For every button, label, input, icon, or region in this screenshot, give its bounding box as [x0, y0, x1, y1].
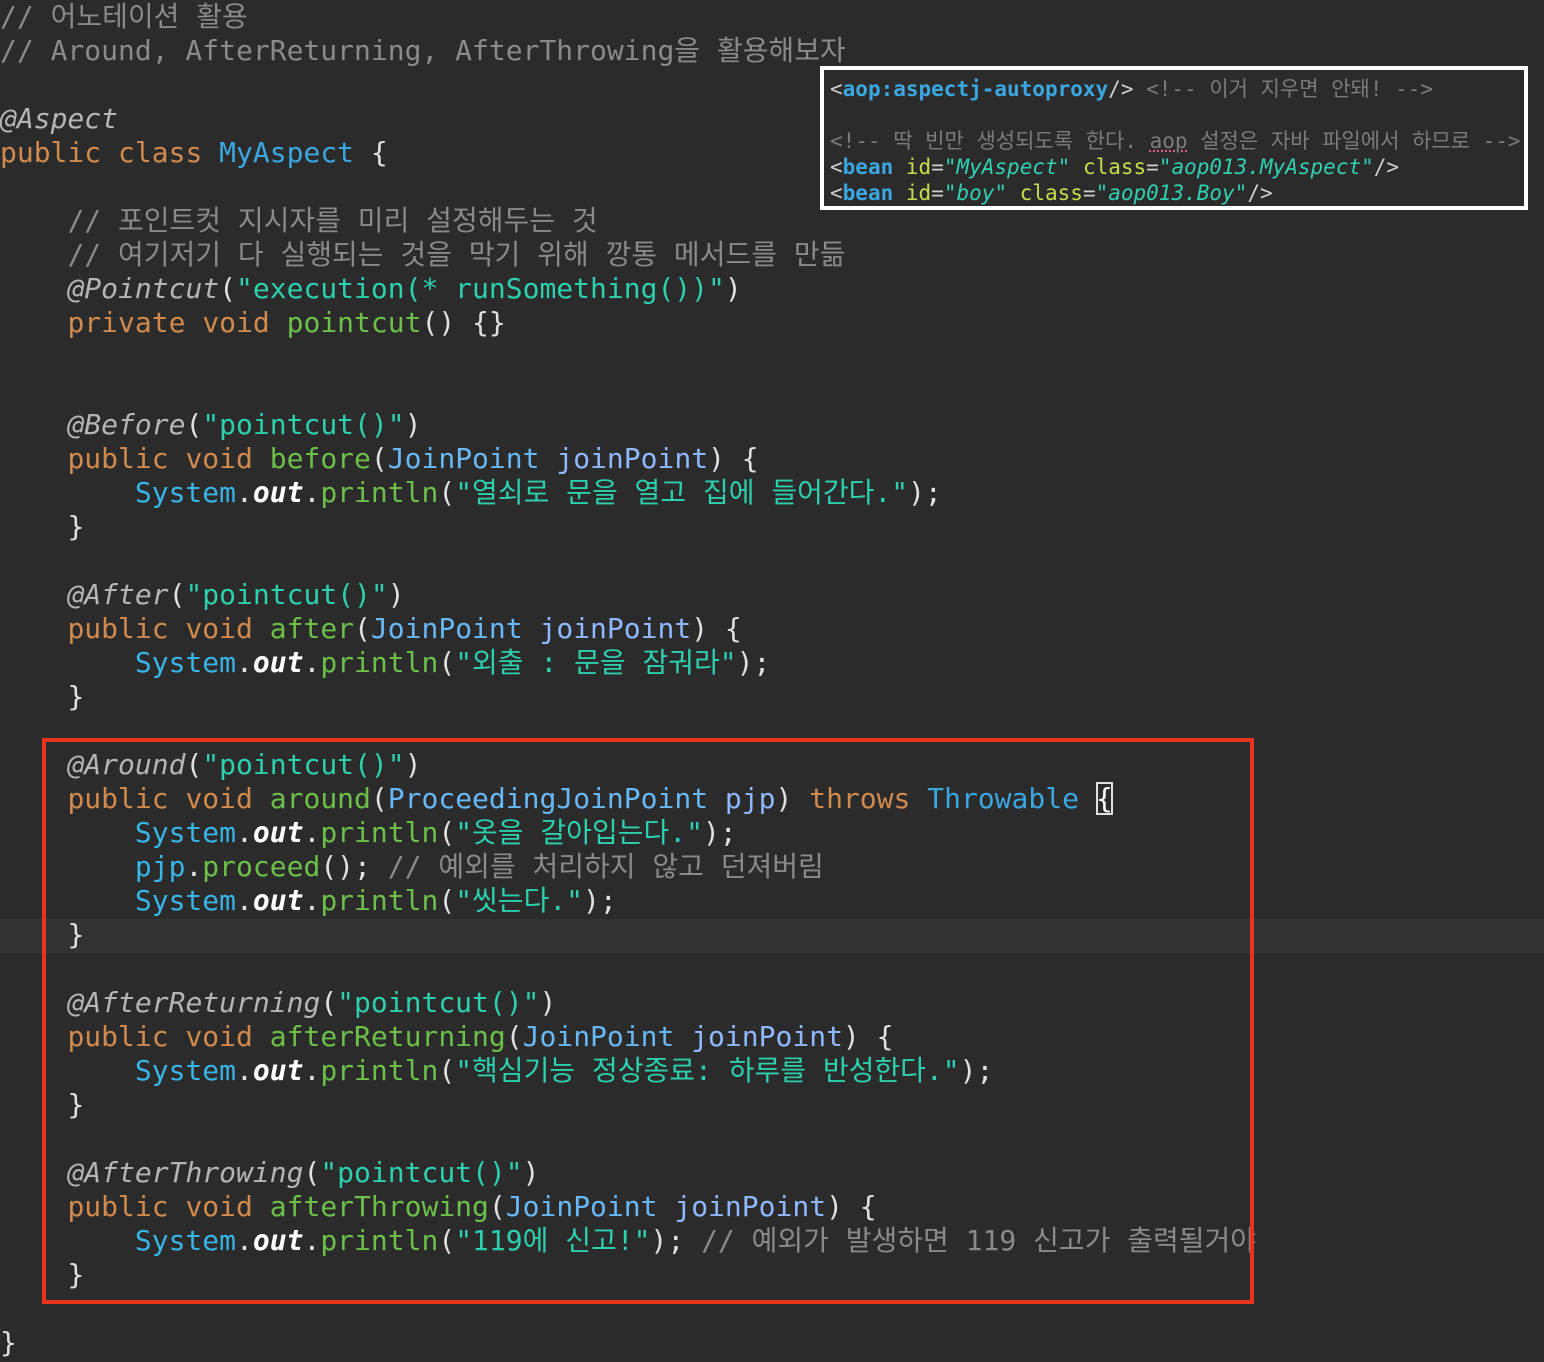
code-line: // 여기저기 다 실행되는 것을 막기 위해 깡통 메서드를 만듦 — [0, 238, 845, 272]
xml-attr: class — [1082, 155, 1147, 179]
code-line: } — [0, 680, 84, 714]
code-line: @Before("pointcut()") — [67, 408, 422, 441]
keyword: public — [67, 612, 169, 645]
code-line: System.out.println("열쇠로 문을 열고 집에 들어간다.")… — [134, 476, 942, 509]
keyword: public — [0, 136, 102, 169]
xml-tag: bean — [842, 155, 894, 179]
type-name: JoinPoint — [387, 442, 540, 475]
method-call: println — [320, 646, 439, 679]
parameter: joinPoint — [556, 442, 709, 475]
code-line: } — [0, 1326, 17, 1360]
field-ref: out — [252, 476, 304, 509]
brace: } — [67, 510, 85, 543]
annotation: @After — [67, 578, 169, 611]
keyword: public — [67, 442, 169, 475]
type-name: JoinPoint — [370, 612, 523, 645]
annotation: @Aspect — [0, 102, 119, 135]
keyword: private — [67, 306, 186, 339]
spellcheck-word: aop — [1149, 129, 1188, 153]
keyword: void — [185, 612, 253, 645]
code-line: } — [0, 510, 84, 544]
string-literal: "외출 : 문을 잠궈라" — [455, 646, 737, 679]
method-call: println — [320, 476, 439, 509]
comment: // 포인트컷 지시자를 미리 설정해두는 것 — [67, 204, 598, 237]
string-literal: "열쇠로 문을 열고 집에 들어간다." — [455, 476, 909, 509]
comment: // 여기저기 다 실행되는 것을 막기 위해 깡통 메서드를 만듦 — [67, 238, 846, 271]
keyword: void — [185, 442, 253, 475]
code-line: // Around, AfterReturning, AfterThrowing… — [0, 34, 846, 68]
xml-config-inset: <aop:aspectj-autoproxy/> <!-- 이거 지우면 안돼!… — [820, 66, 1528, 210]
method-name: before — [269, 442, 371, 475]
xml-value: "boy" — [943, 181, 1008, 205]
xml-tag: aop:aspectj-autoproxy — [842, 77, 1109, 101]
xml-attr: id — [905, 155, 932, 179]
comment: // 어노테이션 활용 — [0, 0, 248, 33]
method-name: pointcut — [286, 306, 422, 339]
xml-tag: bean — [842, 181, 894, 205]
xml-comment: <!-- 이거 지우면 안돼! --> — [1146, 77, 1434, 101]
method-name: after — [269, 612, 355, 645]
punctuation: () {} — [421, 306, 506, 339]
code-line: public void after(JoinPoint joinPoint) { — [67, 612, 742, 645]
xml-comment: 설정은 자바 파일에서 하므로 --> — [1187, 129, 1521, 153]
brace: } — [0, 1326, 17, 1359]
xml-line: <!-- 딱 빈만 생성되도록 한다. aop 설정은 자바 파일에서 하므로 … — [830, 128, 1521, 154]
code-line: System.out.println("외출 : 문을 잠궈라"); — [134, 646, 771, 679]
class-ref: System — [134, 476, 237, 509]
class-ref: System — [134, 646, 237, 679]
code-line: // 포인트컷 지시자를 미리 설정해두는 것 — [0, 204, 598, 238]
highlight-box — [42, 738, 1254, 1304]
annotation: @Pointcut — [67, 272, 220, 305]
brace: { — [354, 136, 388, 169]
xml-line: <bean id="boy" class="aop013.Boy"/> — [830, 181, 1273, 205]
annotation: @Before — [67, 408, 186, 441]
xml-value: "MyAspect" — [943, 155, 1071, 179]
code-line: public void before(JoinPoint joinPoint) … — [67, 442, 759, 475]
xml-value: "aop013.Boy" — [1095, 181, 1248, 205]
xml-attr: class — [1019, 181, 1083, 205]
field-ref: out — [252, 646, 304, 679]
string-literal: "execution(* runSomething())" — [236, 272, 725, 305]
keyword: class — [118, 136, 203, 169]
parameter: joinPoint — [539, 612, 692, 645]
brace: } — [67, 680, 85, 713]
comment: // Around, AfterReturning, AfterThrowing… — [0, 34, 846, 67]
xml-line: <aop:aspectj-autoproxy/> <!-- 이거 지우면 안돼!… — [830, 77, 1434, 101]
code-line: @Aspect — [0, 102, 118, 136]
string-literal: "pointcut()" — [202, 408, 405, 441]
code-line: @After("pointcut()") — [67, 578, 405, 611]
string-literal: "pointcut()" — [185, 578, 388, 611]
code-line: private void pointcut() {} — [0, 306, 506, 340]
code-editor[interactable]: // 어노테이션 활용 // Around, AfterReturning, A… — [0, 0, 1544, 1362]
keyword: void — [202, 306, 270, 339]
class-name: MyAspect — [219, 136, 355, 169]
xml-comment: <!-- 딱 빈만 생성되도록 한다. — [830, 129, 1150, 153]
code-line: @Pointcut("execution(* runSomething())") — [67, 272, 742, 305]
xml-value: "aop013.MyAspect" — [1158, 155, 1374, 179]
code-line: // 어노테이션 활용 — [0, 0, 248, 34]
code-line: public class MyAspect { — [0, 136, 388, 170]
xml-line: <bean id="MyAspect" class="aop013.MyAspe… — [830, 155, 1400, 179]
xml-attr: id — [905, 181, 932, 205]
